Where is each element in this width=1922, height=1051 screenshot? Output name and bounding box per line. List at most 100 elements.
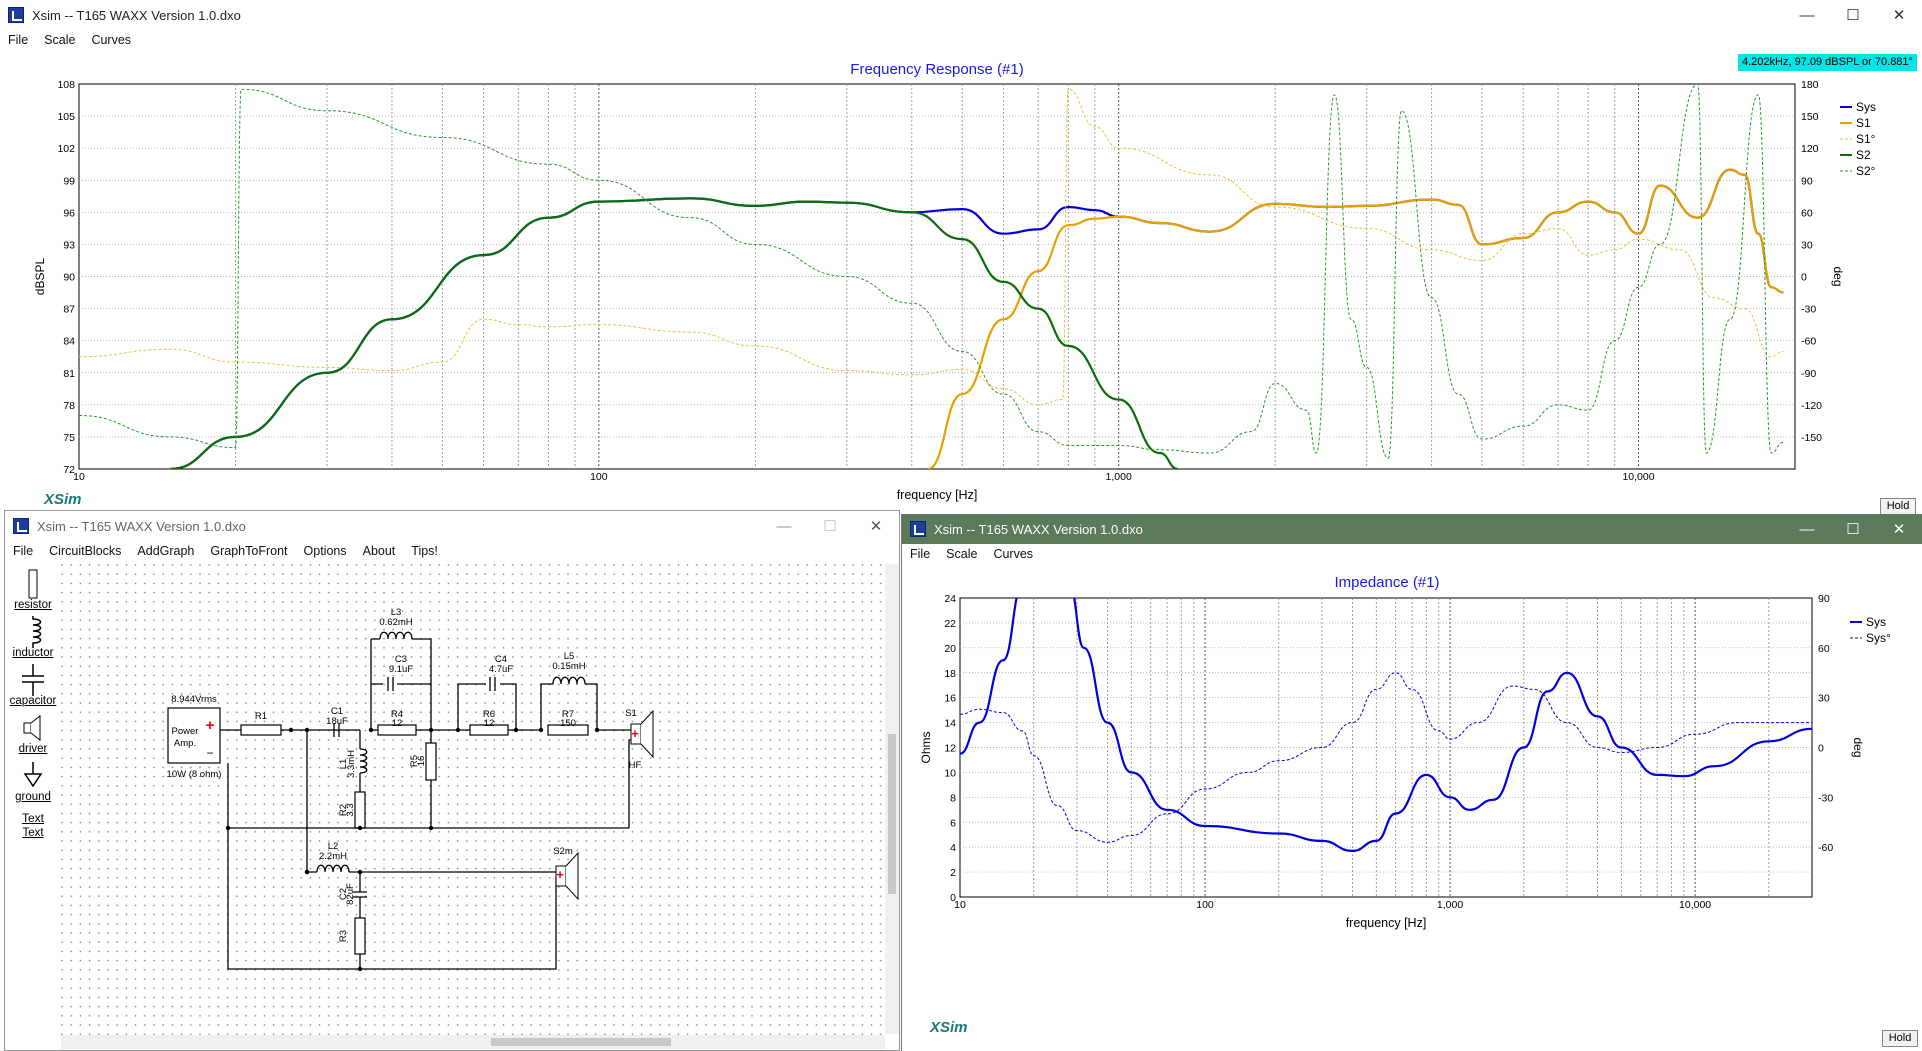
fr-y2-tick-label: 0 — [1801, 272, 1807, 284]
maximize-button[interactable]: ☐ — [1830, 514, 1876, 544]
fr-y2-tick-label: 90 — [1801, 175, 1813, 187]
fr-y-tick-label: 105 — [57, 111, 75, 123]
menu-graphtofront[interactable]: GraphToFront — [202, 544, 295, 558]
fr-x-tick-label: 10,000 — [1622, 471, 1654, 483]
fr-y2-tick-label: -150 — [1801, 432, 1822, 444]
close-button[interactable]: ✕ — [1876, 0, 1922, 30]
junction-node — [368, 727, 374, 733]
R2-value: 3.3 — [345, 803, 356, 816]
impedance-titlebar[interactable]: Xsim -- T165 WAXX Version 1.0.dxo — ☐ ✕ — [902, 514, 1922, 544]
palette-inductor[interactable]: inductor — [5, 616, 61, 659]
close-button[interactable]: ✕ — [1876, 514, 1922, 544]
menu-file[interactable]: File — [5, 544, 41, 558]
imp-y-axis-label: Ohms — [919, 731, 933, 763]
junction-node — [513, 727, 519, 733]
minimize-button[interactable]: — — [1784, 514, 1830, 544]
menu-file[interactable]: File — [0, 33, 36, 47]
fr-y2-tick-label: 180 — [1801, 79, 1819, 91]
palette-driver[interactable]: driver — [5, 713, 61, 755]
menu-about[interactable]: About — [355, 544, 404, 558]
resistor-R2 — [354, 791, 366, 829]
L2-value: 2.2mH — [319, 851, 347, 862]
L3-value: 0.62mH — [379, 617, 412, 628]
imp-y-tick-label: 12 — [944, 743, 956, 755]
fr-y-tick-label: 78 — [63, 400, 75, 412]
ground-icon — [5, 761, 61, 791]
circuit-titlebar[interactable]: Xsim -- T165 WAXX Version 1.0.dxo — ☐ ✕ — [5, 511, 899, 541]
imp-y-tick-label: 8 — [950, 792, 956, 804]
menu-file[interactable]: File — [902, 547, 938, 561]
circuit-window-title: Xsim -- T165 WAXX Version 1.0.dxo — [37, 518, 246, 534]
imp-y2-tick-label: -30 — [1818, 792, 1833, 804]
menu-tips[interactable]: Tips! — [403, 544, 446, 558]
vertical-scrollbar[interactable] — [885, 564, 899, 1034]
main-titlebar[interactable]: Xsim -- T165 WAXX Version 1.0.dxo — ☐ ✕ — [0, 0, 1922, 30]
menu-addgraph[interactable]: AddGraph — [129, 544, 202, 558]
imp-x-axis-label: frequency [Hz] — [1346, 916, 1427, 930]
S1-label: S1 — [625, 708, 637, 719]
palette-ground[interactable]: ground — [5, 761, 61, 803]
menu-curves[interactable]: Curves — [985, 547, 1041, 561]
capacitor-icon — [5, 664, 61, 696]
junction-node — [428, 825, 434, 831]
fr-legend-label: Sys — [1856, 100, 1876, 114]
fr-x-tick-label: 100 — [590, 471, 608, 483]
amp-label: Amp. — [174, 738, 196, 749]
R7-value: 150 — [560, 718, 576, 729]
hold-button-main[interactable]: Hold — [1880, 498, 1916, 515]
fr-legend-label: S2° — [1856, 164, 1876, 178]
fr-y-tick-label: 84 — [63, 336, 75, 348]
impedance-chart[interactable]: 10 100 1,000 10,000024681012141618202224-60… — [902, 568, 1922, 1051]
circuit-menubar: File CircuitBlocks AddGraph GraphToFront… — [5, 541, 899, 561]
junction-node — [357, 825, 363, 831]
S2m-plus-terminal: + — [556, 867, 564, 882]
horizontal-scroll-thumb[interactable] — [491, 1038, 671, 1046]
palette-resistor[interactable]: resistor — [5, 569, 61, 611]
horizontal-scrollbar[interactable] — [61, 1035, 885, 1049]
resistor-R1 — [240, 724, 282, 736]
R5-value: 16 — [416, 756, 427, 767]
fr-legend: Sys S1 S1° S2 S2° — [1840, 100, 1876, 178]
fr-x-axis-label: frequency [Hz] — [897, 488, 978, 502]
R1-label: R1 — [255, 711, 267, 722]
imp-legend: Sys Sys° — [1850, 615, 1891, 645]
fr-legend-label: S1 — [1856, 116, 1871, 130]
xsim-app-icon — [13, 518, 29, 534]
imp-y-tick-label: 18 — [944, 668, 956, 680]
fr-y2-tick-label: -30 — [1801, 304, 1816, 316]
fr-legend-label: S2 — [1856, 148, 1871, 162]
menu-curves[interactable]: Curves — [83, 33, 139, 47]
imp-y2-tick-label: 90 — [1818, 593, 1830, 605]
imp-legend-label: Sys — [1866, 615, 1886, 629]
vertical-scroll-thumb[interactable] — [888, 734, 896, 894]
close-button[interactable]: ✕ — [853, 511, 899, 541]
maximize-button[interactable]: ☐ — [1830, 0, 1876, 30]
imp-y-tick-label: 2 — [950, 867, 956, 879]
C3-value: 9.1uF — [389, 664, 413, 675]
minimize-button[interactable]: — — [1784, 0, 1830, 30]
menu-scale[interactable]: Scale — [938, 547, 985, 561]
S1-sub-label: HF — [629, 760, 642, 771]
menu-circuitblocks[interactable]: CircuitBlocks — [41, 544, 129, 558]
inductor-icon — [5, 616, 61, 648]
circuit-canvas[interactable]: 8.944VrmsPowerAmp.+−10W (8 ohm)R1 C118uFL… — [61, 564, 889, 1039]
maximize-button[interactable]: ☐ — [807, 511, 853, 541]
palette-capacitor[interactable]: capacitor — [5, 664, 61, 707]
hold-button-impedance[interactable]: Hold — [1882, 1030, 1918, 1047]
fr-y-tick-label: 75 — [63, 432, 75, 444]
imp-y2-tick-label: 30 — [1818, 693, 1830, 705]
minimize-button[interactable]: — — [761, 511, 807, 541]
menu-scale[interactable]: Scale — [36, 33, 83, 47]
circuit-dot-grid — [61, 564, 889, 1039]
fr-x-tick-label: 1,000 — [1106, 471, 1132, 483]
junction-node — [538, 727, 544, 733]
junction-node — [225, 825, 231, 831]
imp-y2-tick-label: 0 — [1818, 743, 1824, 755]
amp-minus-terminal: − — [206, 746, 213, 760]
menu-options[interactable]: Options — [296, 544, 355, 558]
frequency-response-chart[interactable]: 10 100 1,000 10,000727578818487909396991021… — [0, 55, 1922, 515]
imp-y-tick-label: 0 — [950, 892, 956, 904]
impedance-window: Xsim -- T165 WAXX Version 1.0.dxo — ☐ ✕ … — [901, 514, 1922, 1051]
palette-text[interactable]: Text Text — [5, 809, 61, 839]
junction-node — [288, 727, 294, 733]
